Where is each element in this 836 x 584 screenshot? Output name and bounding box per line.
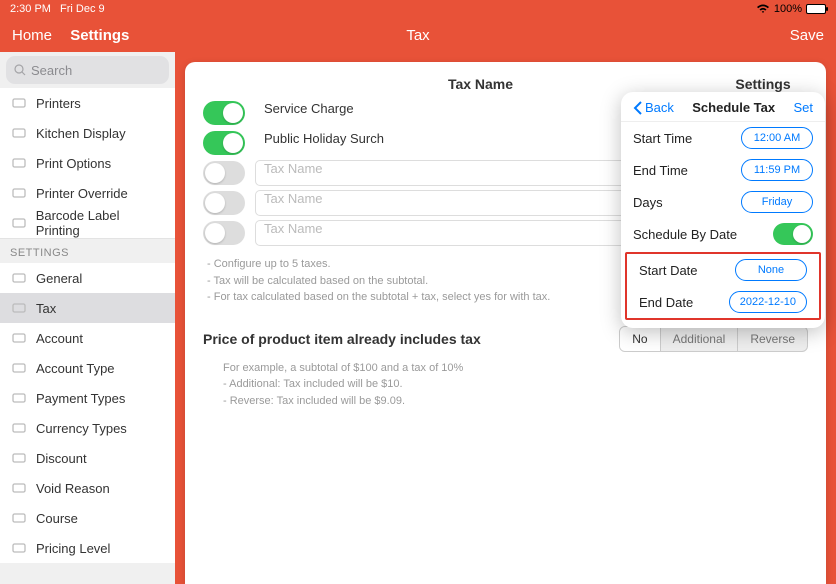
tax-header-name: Tax Name xyxy=(203,76,718,92)
discount-icon xyxy=(10,450,28,466)
sidebar-item-label: Printer Override xyxy=(36,186,128,201)
schedule-by-date-label: Schedule By Date xyxy=(633,227,737,242)
gear-icon xyxy=(10,270,28,286)
tax-note2: - Additional: Tax included will be $10. xyxy=(223,376,808,393)
sidebar-item-label: Account xyxy=(36,331,83,346)
seg-reverse[interactable]: Reverse xyxy=(737,327,807,351)
sidebar-item-void-reason[interactable]: Void Reason xyxy=(0,473,175,503)
nav-bar: Home Settings Tax Save xyxy=(0,18,836,52)
schedule-tax-popover: Back Schedule Tax Set Start Time 12:00 A… xyxy=(621,92,825,328)
end-date-value[interactable]: 2022-12-10 xyxy=(729,291,807,313)
schedule-by-date-toggle[interactable] xyxy=(773,223,813,245)
sidebar-item-label: Void Reason xyxy=(36,481,110,496)
save-button[interactable]: Save xyxy=(790,27,824,44)
sidebar-item-kitchen-display[interactable]: Kitchen Display xyxy=(0,118,175,148)
include-tax-title: Price of product item already includes t… xyxy=(203,331,481,347)
end-date-label: End Date xyxy=(639,295,693,310)
sidebar-item-account-type[interactable]: Account Type xyxy=(0,353,175,383)
battery-icon xyxy=(806,4,826,14)
wifi-icon xyxy=(756,4,770,14)
search-placeholder: Search xyxy=(31,63,72,78)
start-date-value[interactable]: None xyxy=(735,259,807,281)
tax-toggle[interactable] xyxy=(203,131,245,155)
print-options-icon xyxy=(10,155,28,171)
back-label: Back xyxy=(645,100,674,115)
currency-icon xyxy=(10,420,28,436)
sidebar-item-label: Kitchen Display xyxy=(36,126,126,141)
sidebar-item-label: Currency Types xyxy=(36,421,127,436)
seg-no[interactable]: No xyxy=(620,327,659,351)
sidebar-item-currency-types[interactable]: Currency Types xyxy=(0,413,175,443)
popover-title: Schedule Tax xyxy=(692,100,775,115)
barcode-icon xyxy=(10,215,28,231)
chevron-left-icon xyxy=(633,101,643,115)
status-bar: 2:30 PM Fri Dec 9 100% xyxy=(0,0,836,18)
search-input[interactable]: Search xyxy=(6,56,169,84)
sidebar-item-label: Account Type xyxy=(36,361,115,376)
account-type-icon xyxy=(10,360,28,376)
sidebar-item-label: Discount xyxy=(36,451,87,466)
printer-override-icon xyxy=(10,185,28,201)
search-icon xyxy=(14,64,26,76)
date-highlight: Start Date None End Date 2022-12-10 xyxy=(625,252,821,320)
seg-additional[interactable]: Additional xyxy=(660,327,738,351)
sidebar-item-discount[interactable]: Discount xyxy=(0,443,175,473)
sidebar-item-print-options[interactable]: Print Options xyxy=(0,148,175,178)
sidebar-item-tax[interactable]: Tax xyxy=(0,293,175,323)
pricing-icon xyxy=(10,540,28,556)
sidebar-item-printers[interactable]: Printers xyxy=(0,88,175,118)
start-time-value[interactable]: 12:00 AM xyxy=(741,127,813,149)
account-icon xyxy=(10,330,28,346)
void-icon xyxy=(10,480,28,496)
sidebar-section-label: SETTINGS xyxy=(0,239,175,263)
start-time-label: Start Time xyxy=(633,131,692,146)
tax-toggle[interactable] xyxy=(203,221,245,245)
tax-toggle[interactable] xyxy=(203,101,245,125)
sidebar-item-payment-types[interactable]: Payment Types xyxy=(0,383,175,413)
battery-percent: 100% xyxy=(774,3,802,15)
kitchen-icon xyxy=(10,125,28,141)
tax-toggle[interactable] xyxy=(203,161,245,185)
include-tax-segmented[interactable]: No Additional Reverse xyxy=(619,326,808,352)
sidebar-item-barcode-label-printing[interactable]: Barcode Label Printing xyxy=(0,208,175,238)
end-time-value[interactable]: 11:59 PM xyxy=(741,159,813,181)
printer-icon xyxy=(10,95,28,111)
start-date-label: Start Date xyxy=(639,263,698,278)
sidebar-item-general[interactable]: General xyxy=(0,263,175,293)
status-date: Fri Dec 9 xyxy=(60,3,105,15)
days-label: Days xyxy=(633,195,663,210)
sidebar-item-label: Printers xyxy=(36,96,81,111)
payment-icon xyxy=(10,390,28,406)
course-icon xyxy=(10,510,28,526)
sidebar-item-label: Print Options xyxy=(36,156,111,171)
sidebar: Search Printers Kitchen Display Print Opti… xyxy=(0,52,175,584)
tax-note2: - Reverse: Tax included will be $9.09. xyxy=(223,393,808,410)
sidebar-item-pricing-level[interactable]: Pricing Level xyxy=(0,533,175,563)
tax-header-settings: Settings xyxy=(718,76,808,92)
end-time-label: End Time xyxy=(633,163,688,178)
sidebar-item-label: Tax xyxy=(36,301,56,316)
sidebar-item-label: General xyxy=(36,271,82,286)
tax-toggle[interactable] xyxy=(203,191,245,215)
days-value[interactable]: Friday xyxy=(741,191,813,213)
nav-home[interactable]: Home xyxy=(12,27,52,44)
sidebar-item-label: Pricing Level xyxy=(36,541,110,556)
sidebar-item-account[interactable]: Account xyxy=(0,323,175,353)
tax-icon xyxy=(10,300,28,316)
sidebar-item-label: Payment Types xyxy=(36,391,125,406)
popover-back-button[interactable]: Back xyxy=(633,100,674,115)
popover-set-button[interactable]: Set xyxy=(793,100,813,115)
sidebar-item-course[interactable]: Course xyxy=(0,503,175,533)
tax-note2: For example, a subtotal of $100 and a ta… xyxy=(223,360,808,377)
sidebar-item-label: Barcode Label Printing xyxy=(36,208,165,238)
sidebar-item-printer-override[interactable]: Printer Override xyxy=(0,178,175,208)
status-time: 2:30 PM xyxy=(10,3,51,15)
sidebar-item-label: Course xyxy=(36,511,78,526)
status-right: 100% xyxy=(756,3,826,15)
nav-settings[interactable]: Settings xyxy=(70,27,129,44)
